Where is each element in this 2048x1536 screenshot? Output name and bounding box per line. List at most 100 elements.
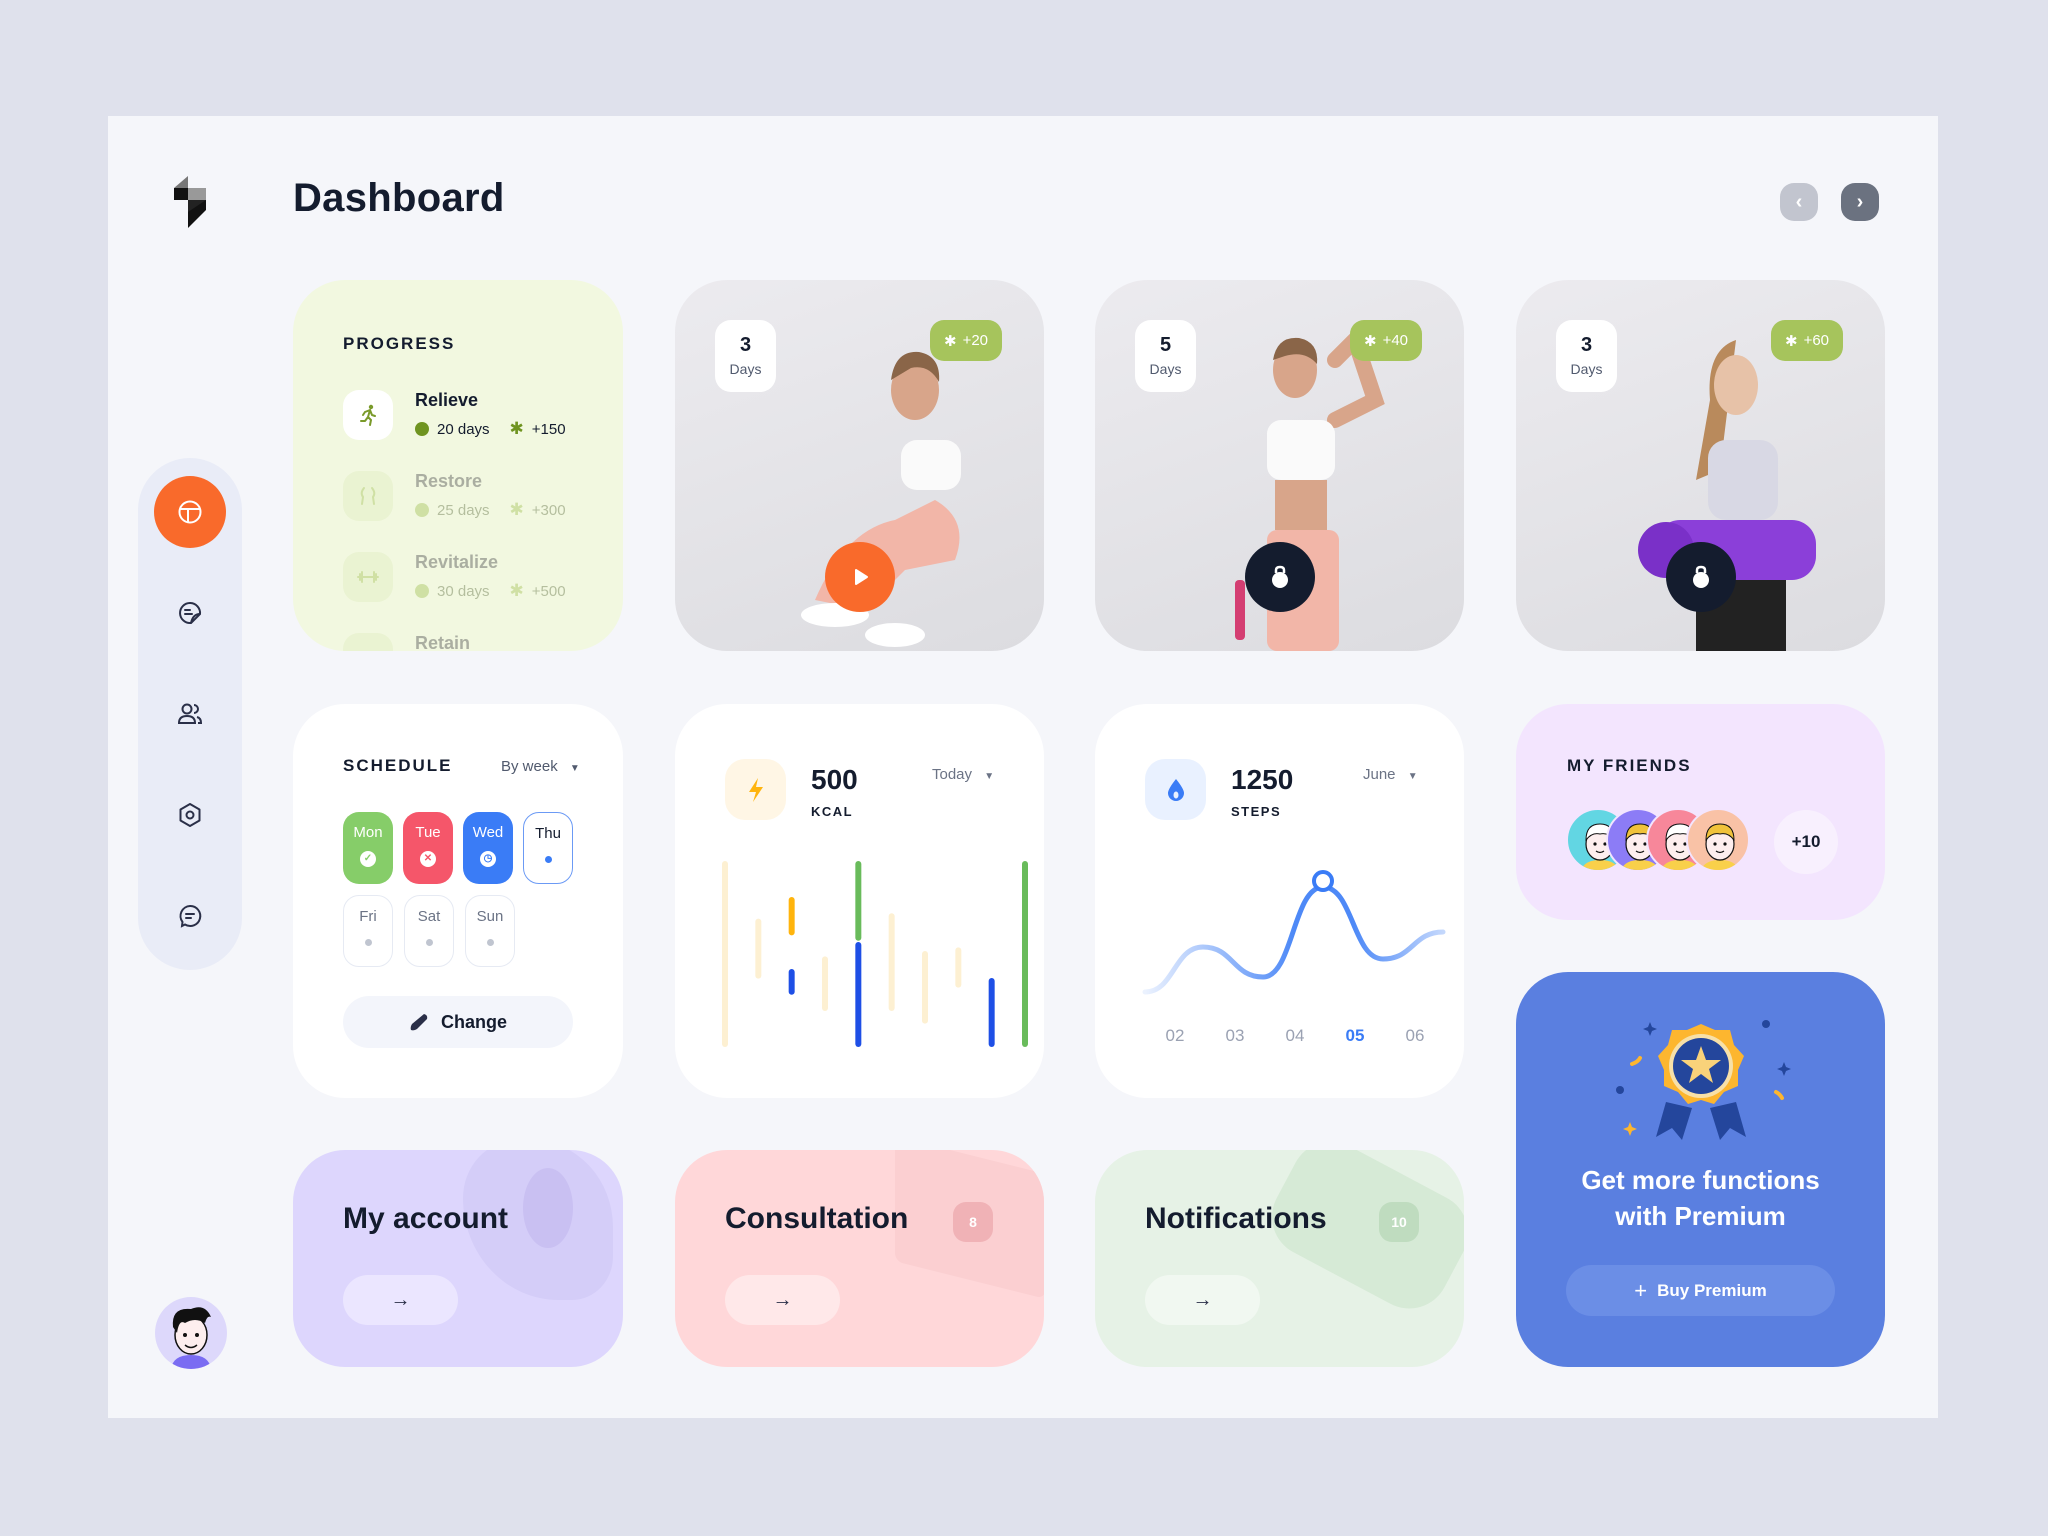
schedule-filter-dropdown[interactable]: By week ▼	[501, 758, 580, 775]
dumbbell-icon	[343, 552, 393, 602]
day-fri[interactable]: Fri	[343, 895, 393, 967]
day-sat[interactable]: Sat	[404, 895, 454, 967]
my-account-card[interactable]: My account →	[293, 1150, 623, 1367]
buy-premium-button[interactable]: + Buy Premium	[1566, 1265, 1835, 1316]
lightning-icon	[725, 759, 786, 820]
workout-card[interactable]: 5 Days ✱ +40	[1095, 280, 1464, 651]
sidebar-item-settings[interactable]	[154, 779, 226, 851]
layout-icon	[178, 500, 202, 524]
consultation-arrow-button[interactable]: →	[725, 1275, 840, 1325]
prev-button[interactable]: ‹	[1780, 183, 1818, 221]
consultation-card[interactable]: Consultation 8 →	[675, 1150, 1044, 1367]
my-account-title: My account	[343, 1202, 509, 1235]
user-avatar[interactable]	[155, 1297, 227, 1369]
days-label: Days	[729, 361, 762, 377]
users-icon	[177, 703, 203, 724]
more-friends-button[interactable]: +10	[1774, 810, 1838, 874]
day-wed[interactable]: Wed ◷	[463, 812, 513, 884]
buy-premium-label: Buy Premium	[1657, 1280, 1767, 1300]
progress-item-restore[interactable]: Restore 25 days ✱ +300	[343, 471, 566, 521]
points-badge: ✱ +20	[930, 320, 1002, 361]
calories-filter-value: Today	[932, 766, 973, 783]
sidebar	[138, 458, 242, 970]
progress-item-points: +150	[531, 420, 566, 438]
day-mon[interactable]: Mon ✓	[343, 812, 393, 884]
retain-icon	[343, 633, 393, 651]
arrow-right-icon: →	[772, 1288, 793, 1311]
steps-x-tick[interactable]: 02	[1166, 1026, 1185, 1045]
medal-icon	[1616, 1020, 1791, 1140]
page-title: Dashboard	[293, 176, 505, 220]
steps-x-tick[interactable]: 05	[1346, 1026, 1365, 1045]
my-account-arrow-button[interactable]: →	[343, 1275, 458, 1325]
sidebar-item-friends[interactable]	[154, 678, 226, 750]
notifications-card[interactable]: Notifications 10 →	[1095, 1150, 1464, 1367]
progress-item-name: Retain	[415, 633, 471, 651]
steps-filter-dropdown[interactable]: June ▼	[1363, 766, 1418, 783]
progress-item-name: Relieve	[415, 390, 479, 410]
star-icon: ✱	[1784, 332, 1798, 350]
next-button[interactable]: ›	[1841, 183, 1879, 221]
days-count: 3	[739, 334, 752, 356]
steps-value: 1250	[1231, 764, 1294, 795]
sidebar-item-messages[interactable]	[154, 880, 226, 952]
drop-icon	[1145, 759, 1206, 820]
sticker-icon	[179, 602, 202, 625]
x-icon: ✕	[420, 851, 436, 867]
schedule-title: SCHEDULE	[343, 756, 453, 775]
days-badge: 3 Days	[715, 320, 776, 392]
workout-card[interactable]: 3 Days ✱ +60	[1516, 280, 1885, 651]
change-button[interactable]: Change	[343, 996, 573, 1048]
sidebar-item-dashboard[interactable]	[154, 476, 226, 548]
progress-item-days: 25 days	[437, 501, 490, 519]
avatar-illustration	[171, 1307, 211, 1369]
clock-icon	[415, 422, 429, 436]
arrow-right-icon: →	[390, 1288, 411, 1311]
decorative-shape	[523, 1168, 573, 1248]
day-thu[interactable]: Thu	[523, 812, 573, 884]
progress-item-relieve[interactable]: Relieve 20 days ✱ +150	[343, 390, 566, 440]
chevron-left-icon: ‹	[1795, 190, 1803, 213]
play-button[interactable]	[825, 542, 895, 612]
kettlebell-button[interactable]	[1245, 542, 1315, 612]
steps-x-tick[interactable]: 03	[1226, 1026, 1245, 1045]
progress-item-retain[interactable]: Retain	[343, 633, 470, 651]
steps-x-tick[interactable]: 06	[1406, 1026, 1425, 1045]
notifications-arrow-button[interactable]: →	[1145, 1275, 1260, 1325]
consultation-title: Consultation	[725, 1202, 909, 1235]
days-count: 5	[1159, 334, 1172, 356]
days-badge: 5 Days	[1135, 320, 1196, 392]
premium-title: Get more functions with Premium	[1516, 1162, 1885, 1234]
clock-icon	[415, 584, 429, 598]
check-icon: ✓	[360, 851, 376, 867]
points-value: +20	[962, 332, 989, 349]
sidebar-item-notes[interactable]	[154, 577, 226, 649]
progress-item-revitalize[interactable]: Revitalize 30 days ✱ +500	[343, 552, 566, 602]
day-label: Sat	[417, 908, 441, 925]
star-icon: ✱	[509, 419, 524, 438]
schedule-filter-value: By week	[501, 758, 558, 775]
play-icon	[855, 569, 868, 585]
day-label: Fri	[359, 908, 377, 925]
days-count: 3	[1580, 334, 1593, 356]
friend-avatar[interactable]	[1686, 808, 1750, 872]
calories-filter-dropdown[interactable]: Today ▼	[932, 766, 994, 783]
day-tue[interactable]: Tue ✕	[403, 812, 453, 884]
clock-icon	[415, 503, 429, 517]
day-label: Thu	[535, 825, 561, 842]
dot-indicator	[486, 939, 494, 946]
steps-highlight-point[interactable]	[1312, 870, 1334, 892]
friends-title: MY FRIENDS	[1567, 756, 1692, 775]
bell-decoration	[1257, 1150, 1464, 1323]
steps-line	[1142, 884, 1446, 995]
days-label: Days	[1570, 361, 1603, 377]
points-badge: ✱ +60	[1771, 320, 1843, 361]
day-sun[interactable]: Sun	[465, 895, 515, 967]
day-label: Mon	[353, 824, 383, 841]
progress-card: PROGRESS Relieve 20 days ✱ +150 Restore …	[293, 280, 623, 651]
caret-down-icon: ▼	[1407, 771, 1418, 782]
steps-filter-value: June	[1363, 766, 1396, 783]
kettlebell-button[interactable]	[1666, 542, 1736, 612]
workout-card[interactable]: 3 Days ✱ +20	[675, 280, 1044, 651]
steps-x-tick[interactable]: 04	[1286, 1026, 1305, 1045]
